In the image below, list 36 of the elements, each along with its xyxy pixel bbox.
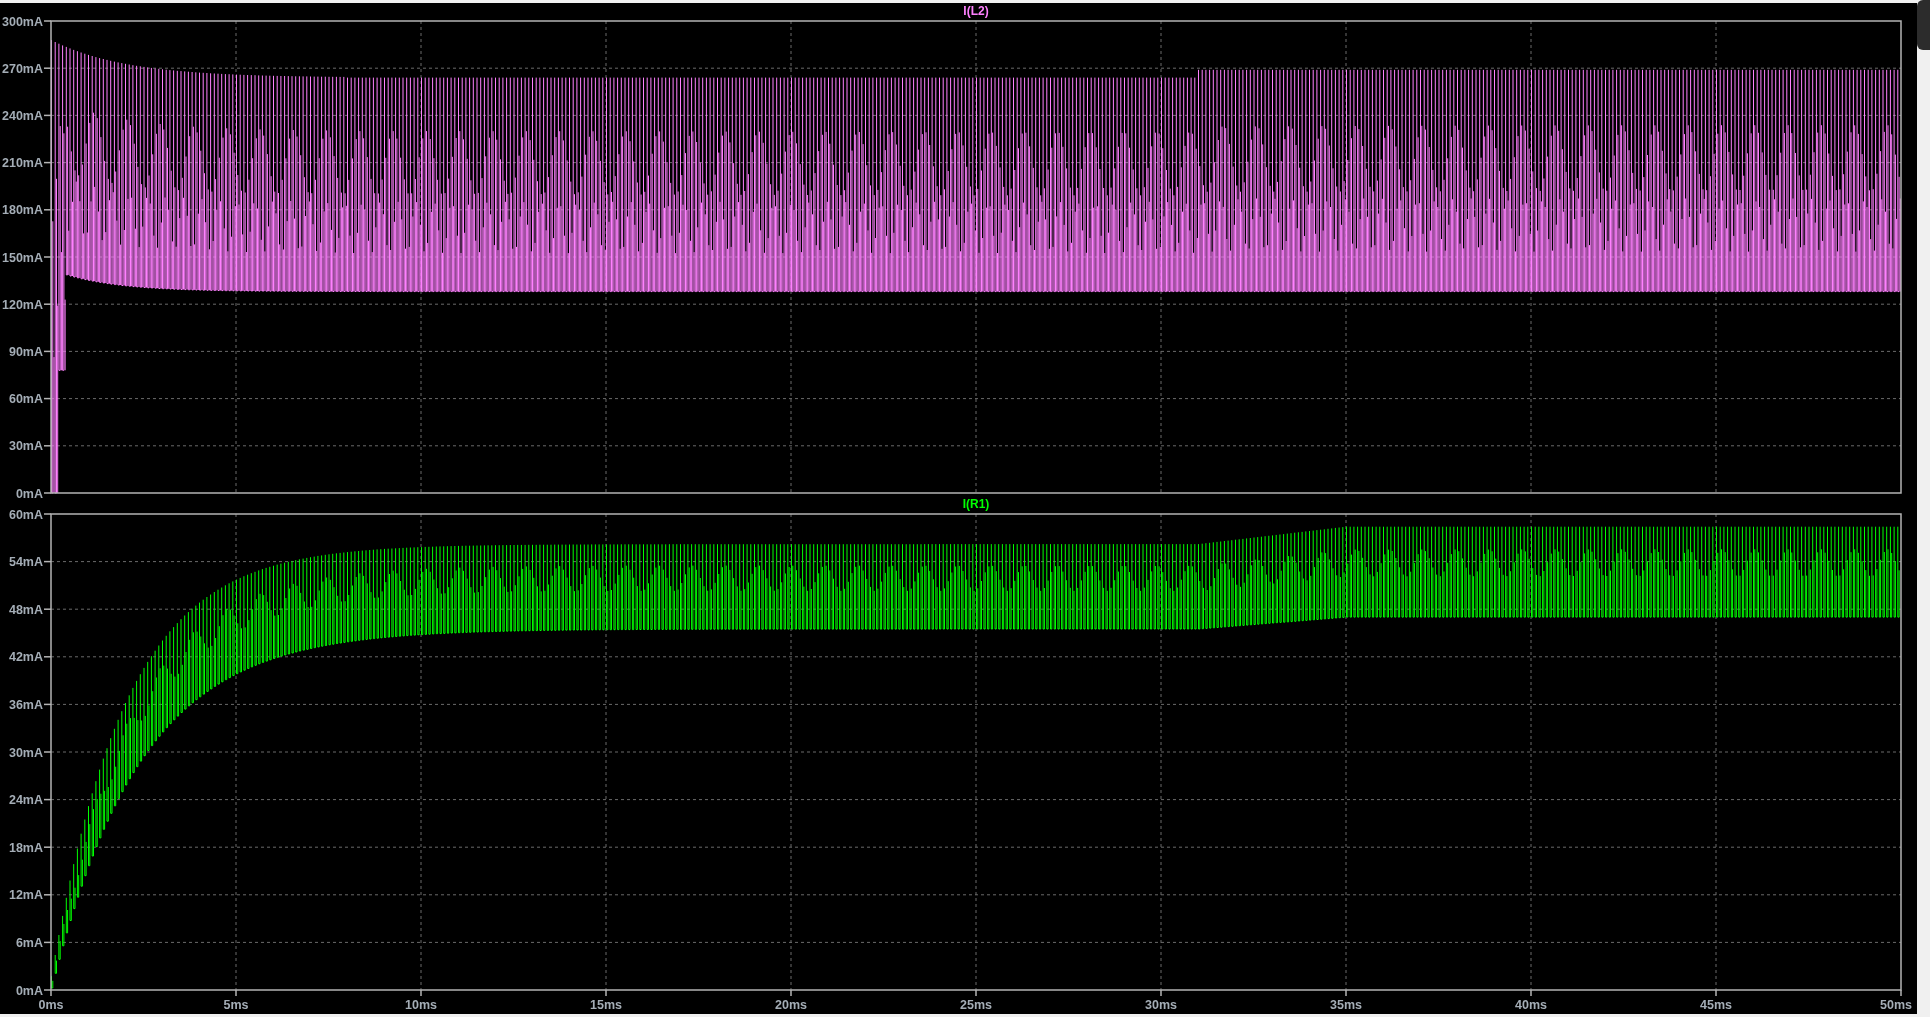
x-axis-label: 5ms xyxy=(223,998,249,1012)
y-axis-label: 0mA xyxy=(15,486,43,501)
corner-button[interactable] xyxy=(1917,0,1930,50)
y-axis-label: 6mA xyxy=(15,935,43,950)
x-axis-label: 10ms xyxy=(405,998,437,1012)
y-axis-label: 210mA xyxy=(2,156,43,171)
y-axis-label: 36mA xyxy=(8,697,43,712)
y-axis-label: 60mA xyxy=(8,392,43,407)
x-axis-label: 20ms xyxy=(775,998,807,1012)
x-axis-label: 45ms xyxy=(1700,998,1732,1012)
y-axis-label: 12mA xyxy=(8,888,43,903)
x-axis-label: 30ms xyxy=(1145,998,1177,1012)
trace-title[interactable]: I(R1) xyxy=(962,497,990,511)
y-axis-label: 270mA xyxy=(2,61,43,76)
x-axis-label: 50ms xyxy=(1880,998,1912,1012)
y-axis-label: 240mA xyxy=(2,108,43,123)
y-axis-label: 180mA xyxy=(2,203,43,218)
y-axis-label: 90mA xyxy=(8,344,43,359)
y-axis-label: 48mA xyxy=(8,602,43,617)
y-axis-label: 42mA xyxy=(8,650,43,665)
y-axis-label: 60mA xyxy=(8,507,43,522)
x-axis-label: 25ms xyxy=(960,998,992,1012)
trace-title[interactable]: I(L2) xyxy=(963,4,989,18)
x-axis-label: 0ms xyxy=(38,998,64,1012)
x-axis-label: 15ms xyxy=(590,998,622,1012)
y-axis-label: 30mA xyxy=(8,745,43,760)
y-axis-label: 120mA xyxy=(2,297,43,312)
y-axis-label: 30mA xyxy=(8,439,43,454)
x-axis-label: 40ms xyxy=(1515,998,1547,1012)
x-axis-label: 35ms xyxy=(1330,998,1362,1012)
y-axis-label: 300mA xyxy=(2,14,43,29)
y-axis-label: 24mA xyxy=(8,793,43,808)
y-axis-label: 18mA xyxy=(8,840,43,855)
y-axis-label: 0mA xyxy=(15,983,43,998)
y-axis-label: 54mA xyxy=(8,555,43,570)
y-axis-label: 150mA xyxy=(2,250,43,265)
